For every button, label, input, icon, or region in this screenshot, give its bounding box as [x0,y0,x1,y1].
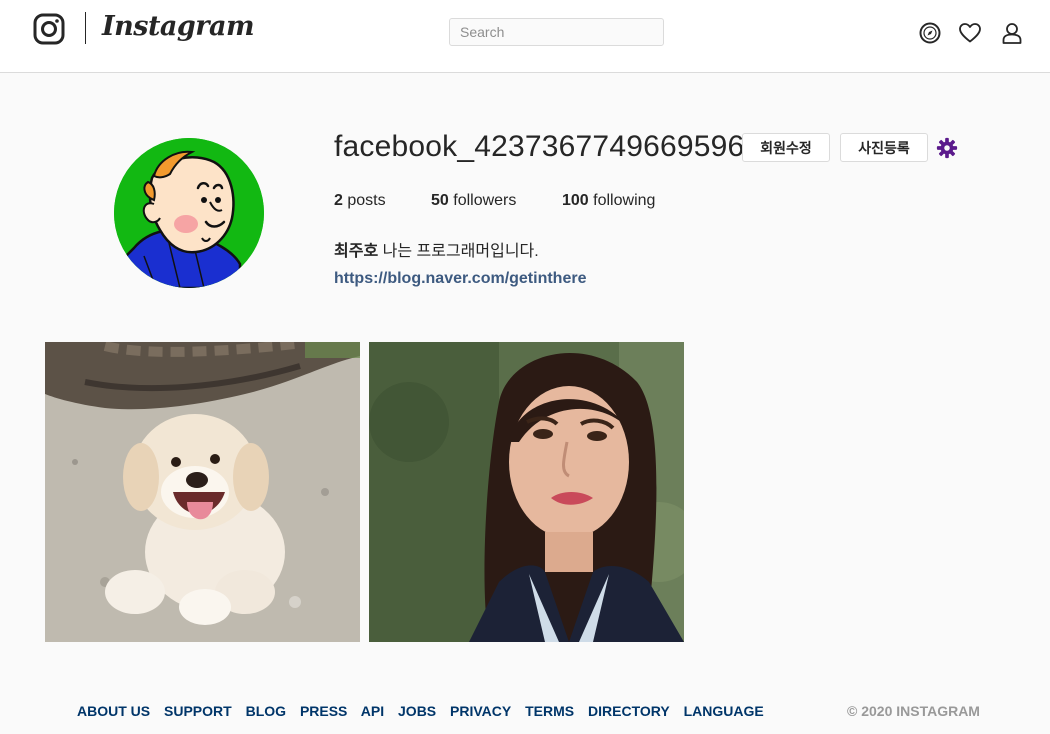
top-navigation-bar: Instagram [0,0,1050,73]
post-thumbnail-portrait[interactable] [369,342,684,642]
profile-bio: 최주호 나는 프로그래머입니다. [334,237,539,261]
following-count: 100 [562,192,589,209]
logo-divider [85,12,86,44]
user-icon[interactable] [1000,21,1024,45]
compass-icon[interactable] [918,21,942,45]
followers-count: 50 [431,192,449,209]
cartoon-boy-avatar-image [114,138,264,288]
post-thumbnail-puppy[interactable] [45,342,360,642]
upload-photo-button[interactable]: 사진등록 [840,133,928,162]
footer-link-blog[interactable]: BLOG [246,703,286,719]
footer-links: ABOUT US SUPPORT BLOG PRESS API JOBS PRI… [77,703,774,719]
profile-username: facebook_4237367749669596 [334,130,745,163]
puppy-photo-image [45,342,360,642]
heart-icon[interactable] [958,21,982,45]
following-stat[interactable]: 100 following [562,192,655,210]
website-link[interactable]: https://blog.naver.com/getinthere [334,270,586,288]
footer-link-terms[interactable]: TERMS [525,703,574,719]
portrait-photo-image [369,342,684,642]
footer-link-language[interactable]: LANGUAGE [684,703,764,719]
profile-avatar[interactable] [114,138,264,288]
bio-name: 최주호 [334,243,379,260]
copyright-text: © 2020 INSTAGRAM [847,703,980,719]
search-input[interactable] [449,18,664,46]
instagram-wordmark[interactable]: Instagram [102,11,255,42]
followers-label: followers [453,192,517,209]
footer-link-directory[interactable]: DIRECTORY [588,703,670,719]
posts-count: 2 [334,192,343,209]
bio-text: 나는 프로그래머입니다. [382,243,539,260]
gear-icon[interactable] [936,137,958,159]
footer-link-press[interactable]: PRESS [300,703,347,719]
instagram-camera-icon[interactable] [33,13,65,45]
edit-profile-button[interactable]: 회원수정 [742,133,830,162]
followers-stat[interactable]: 50 followers [431,192,516,210]
footer-link-privacy[interactable]: PRIVACY [450,703,511,719]
footer-link-jobs[interactable]: JOBS [398,703,436,719]
posts-stat: 2 posts [334,192,386,210]
footer-link-about-us[interactable]: ABOUT US [77,703,150,719]
posts-label: posts [347,192,386,209]
footer-link-support[interactable]: SUPPORT [164,703,232,719]
footer-link-api[interactable]: API [361,703,384,719]
following-label: following [593,192,656,209]
